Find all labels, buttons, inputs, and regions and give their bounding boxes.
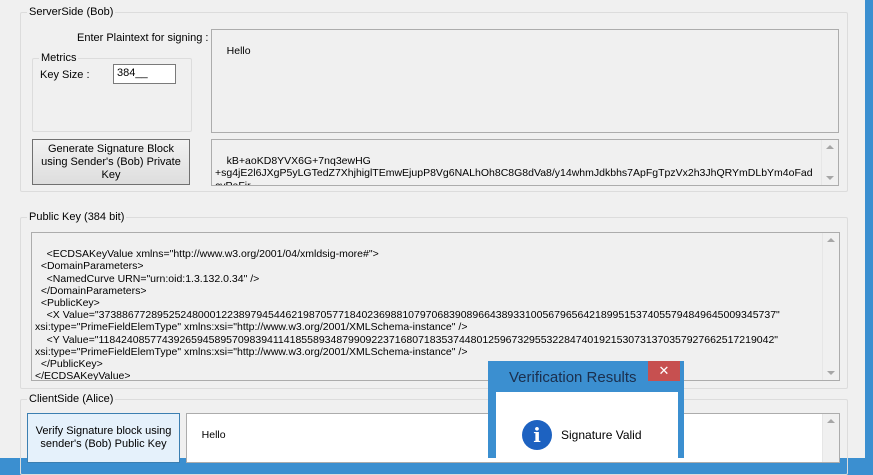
generate-signature-button[interactable]: Generate Signature Block using Sender's … [32,139,190,185]
scroll-down-icon[interactable] [827,371,835,375]
plaintext-input[interactable]: Hello [211,29,839,133]
public-key-output[interactable]: <ECDSAKeyValue xmlns="http://www.w3.org/… [31,232,840,381]
public-key-group-title: Public Key (384 bit) [29,211,125,223]
plaintext-value: Hello [226,45,251,58]
dialog-body: i Signature Valid [496,392,678,458]
received-scrollbar[interactable] [822,414,839,462]
window-border [865,0,873,458]
main-window-client: ServerSide (Bob) Enter Plaintext for sig… [0,0,865,475]
keysize-input[interactable]: 384__ [113,64,176,84]
public-key-scrollbar[interactable] [822,233,839,380]
received-value: Hello [201,429,226,442]
dialog-title: Verification Results [509,369,637,386]
scroll-up-icon[interactable] [827,419,835,423]
info-icon: i [522,420,552,450]
signature-scrollbar[interactable] [821,140,838,185]
dialog-message: Signature Valid [561,428,642,442]
metrics-group-title: Metrics [41,52,77,64]
scroll-up-icon[interactable] [826,145,834,149]
signature-value: kB+aoKD8YVX6G+7nq3ewHG +sg4jE2l6JXgP5yLG… [215,155,813,186]
scroll-up-icon[interactable] [827,238,835,242]
server-group-title: ServerSide (Bob) [29,6,114,18]
verify-signature-button[interactable]: Verify Signature block using sender's (B… [27,413,180,463]
client-group-title: ClientSide (Alice) [29,393,114,405]
scroll-down-icon[interactable] [826,176,834,180]
plaintext-label: Enter Plaintext for signing : [77,32,209,44]
keysize-label: Key Size : [40,69,90,81]
close-icon[interactable]: ✕ [648,361,680,381]
keysize-value: 384__ [117,67,148,79]
signature-output[interactable]: kB+aoKD8YVX6G+7nq3ewHG +sg4jE2l6JXgP5yLG… [211,139,839,186]
verification-dialog[interactable]: Verification Results ✕ i Signature Valid [488,361,684,458]
